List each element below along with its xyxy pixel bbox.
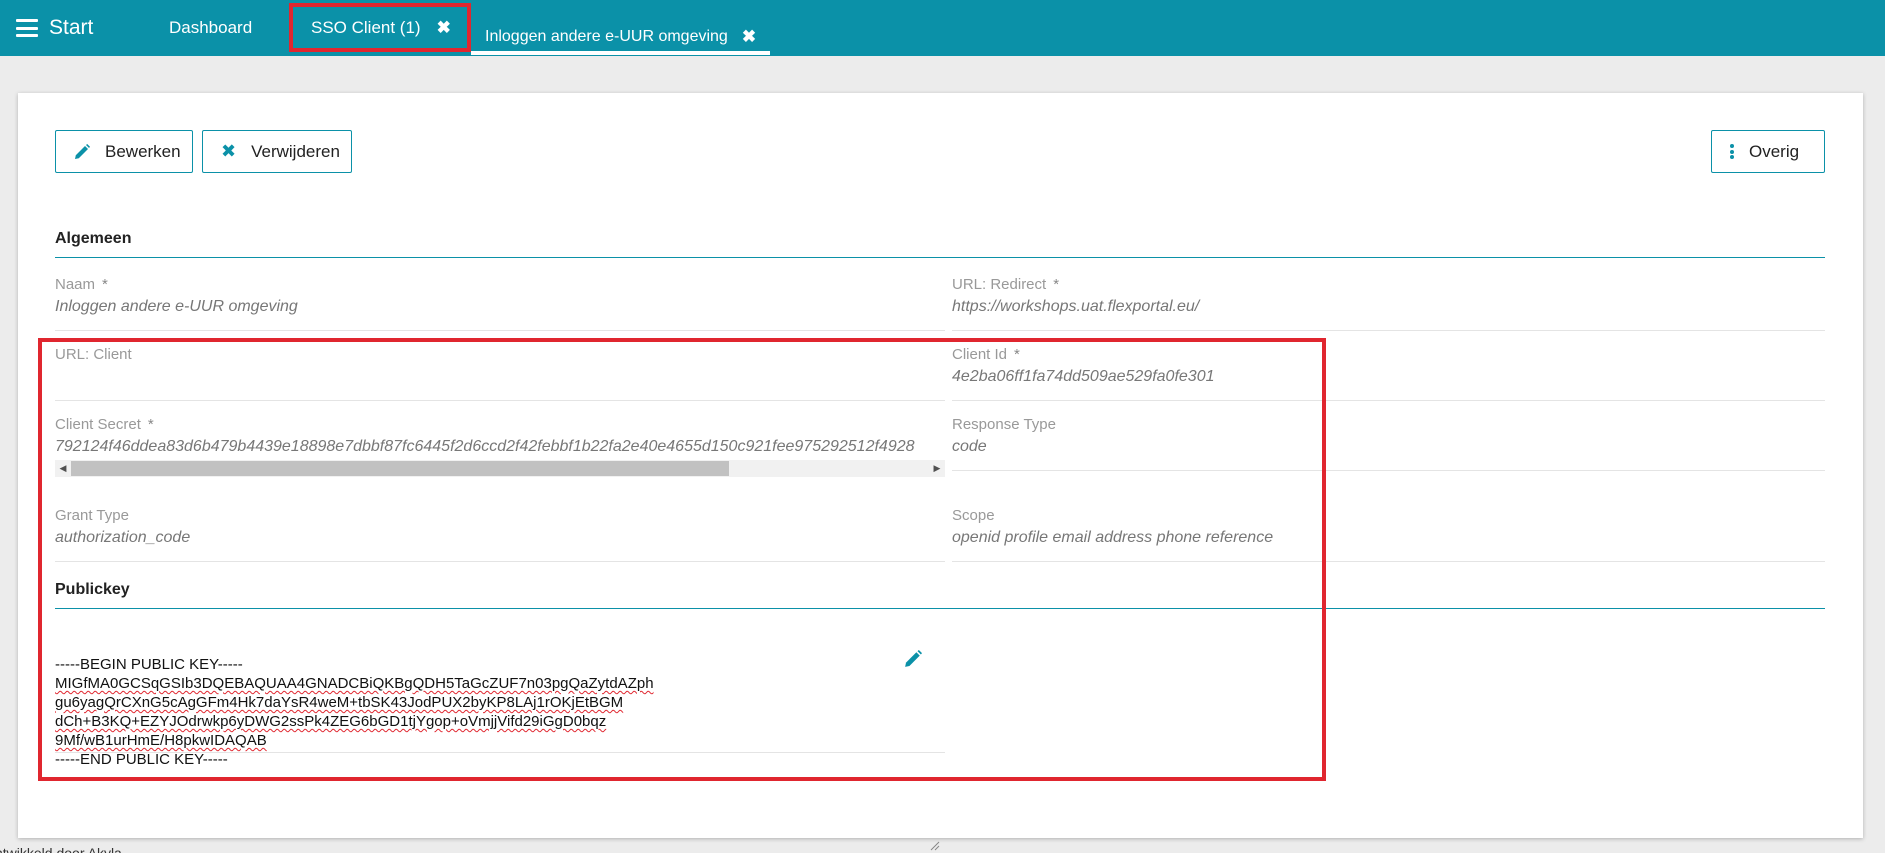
pencil-edit-icon[interactable] bbox=[904, 650, 924, 670]
tab-dashboard-label: Dashboard bbox=[169, 18, 253, 37]
field-naam: Naam * Inloggen andere e-UUR omgeving bbox=[55, 275, 945, 331]
required-marker: * bbox=[1014, 346, 1020, 363]
publickey-line: MIGfMA0GCSqGSIb3DQEBAQUAA4GNADCBiQKBgQDH… bbox=[55, 675, 654, 692]
tab-inloggen-label: Inloggen andere e-UUR omgeving bbox=[485, 27, 728, 45]
edit-button-label: Bewerken bbox=[105, 141, 181, 161]
field-scope: Scope openid profile email address phone… bbox=[952, 506, 1825, 562]
delete-button-label: Verwijderen bbox=[251, 141, 340, 161]
section-title-publickey: Publickey bbox=[55, 581, 130, 598]
required-marker: * bbox=[1053, 276, 1060, 293]
edit-button[interactable]: Bewerken bbox=[55, 130, 193, 173]
close-tab-icon[interactable]: ✖ bbox=[437, 18, 451, 38]
start-menu-label: Start bbox=[49, 16, 94, 39]
textarea-resize-handle-icon[interactable] bbox=[930, 838, 940, 853]
section-divider bbox=[55, 257, 1825, 258]
field-naam-label: Naam bbox=[55, 276, 96, 293]
pencil-icon bbox=[74, 143, 90, 160]
start-menu-button[interactable]: Start bbox=[16, 15, 93, 41]
hamburger-menu-icon bbox=[16, 19, 38, 37]
field-client-id-label: Client Id bbox=[952, 346, 1008, 363]
field-grant-type-label: Grant Type bbox=[55, 507, 129, 524]
field-url-redirect: URL: Redirect * https://workshops.uat.fle… bbox=[952, 275, 1825, 331]
close-tab-icon[interactable]: ✖ bbox=[742, 27, 756, 47]
field-naam-value: Inloggen andere e-UUR omgeving bbox=[55, 298, 298, 315]
field-url-client: URL: Client bbox=[55, 345, 945, 401]
publickey-line: gu6yagQrCXnG5cAgGFm4Hk7daYsR4weM+tbSK43J… bbox=[55, 694, 624, 711]
field-response-type: Response Type code bbox=[952, 415, 1825, 471]
top-navigation-bar: Start Dashboard SSO Client (1) ✖ Inlogge… bbox=[0, 0, 1885, 56]
field-response-type-value: code bbox=[952, 438, 987, 455]
tab-sso-client-label: SSO Client (1) bbox=[311, 17, 421, 37]
publickey-line: 9Mf/wB1urHmE/H8pkwIDAQAB bbox=[55, 732, 267, 749]
tab-dashboard[interactable]: Dashboard bbox=[169, 0, 252, 56]
footer-credit: ntwikkeld door Akyla bbox=[0, 845, 122, 853]
section-divider bbox=[55, 608, 1825, 609]
field-client-id-value: 4e2ba06ff1fa74dd509ae529fa0fe301 bbox=[952, 368, 1215, 385]
horizontal-scrollbar[interactable]: ◀ ▶ bbox=[55, 460, 945, 477]
more-button-label: Overig bbox=[1749, 141, 1800, 161]
detail-card: Bewerken ✖ Verwijderen Overig Algemeen N… bbox=[18, 93, 1863, 851]
publickey-line: -----BEGIN PUBLIC KEY----- bbox=[55, 656, 243, 673]
publickey-line: dCh+B3KQ+EZYJOdrwkp6yDWG2ssPk4ZEG6bGD1tj… bbox=[55, 713, 607, 730]
field-scope-value: openid profile email address phone refer… bbox=[952, 529, 1274, 546]
section-title-general: Algemeen bbox=[55, 230, 132, 247]
publickey-textarea[interactable]: -----BEGIN PUBLIC KEY----- MIGfMA0GCSqGS… bbox=[55, 626, 945, 768]
scroll-left-arrow-icon[interactable]: ◀ bbox=[55, 460, 71, 477]
field-client-secret-value: 792124f46ddea83d6b479b4439e18898e7dbbf87… bbox=[55, 438, 915, 455]
field-client-id: Client Id * 4e2ba06ff1fa74dd509ae529fa0fe… bbox=[952, 345, 1825, 401]
scroll-right-arrow-icon[interactable]: ▶ bbox=[929, 460, 945, 477]
field-client-secret-label: Client Secret bbox=[55, 416, 141, 433]
field-url-client-label: URL: Client bbox=[55, 346, 132, 363]
required-marker: * bbox=[147, 416, 154, 433]
field-grant-type: Grant Type authorization_code bbox=[55, 506, 945, 562]
required-marker: * bbox=[102, 276, 108, 293]
tab-inloggen-andere-omgeving[interactable]: Inloggen andere e-UUR omgeving ✖ bbox=[471, 22, 771, 55]
scrollbar-thumb[interactable] bbox=[71, 461, 729, 476]
tab-sso-client[interactable]: SSO Client (1) ✖ bbox=[289, 3, 471, 52]
field-response-type-label: Response Type bbox=[952, 416, 1056, 433]
more-button[interactable]: Overig bbox=[1711, 130, 1825, 173]
field-url-redirect-label: URL: Redirect bbox=[952, 276, 1047, 293]
more-vertical-icon bbox=[1730, 144, 1734, 159]
delete-button[interactable]: ✖ Verwijderen bbox=[202, 130, 352, 173]
publickey-line: -----END PUBLIC KEY----- bbox=[55, 751, 228, 768]
field-grant-type-value: authorization_code bbox=[55, 529, 191, 546]
field-scope-label: Scope bbox=[952, 507, 995, 524]
close-icon: ✖ bbox=[221, 141, 237, 161]
field-client-secret: Client Secret * 792124f46ddea83d6b479b443… bbox=[55, 415, 945, 481]
field-url-redirect-value: https://workshops.uat.flexportal.eu/ bbox=[952, 298, 1200, 315]
